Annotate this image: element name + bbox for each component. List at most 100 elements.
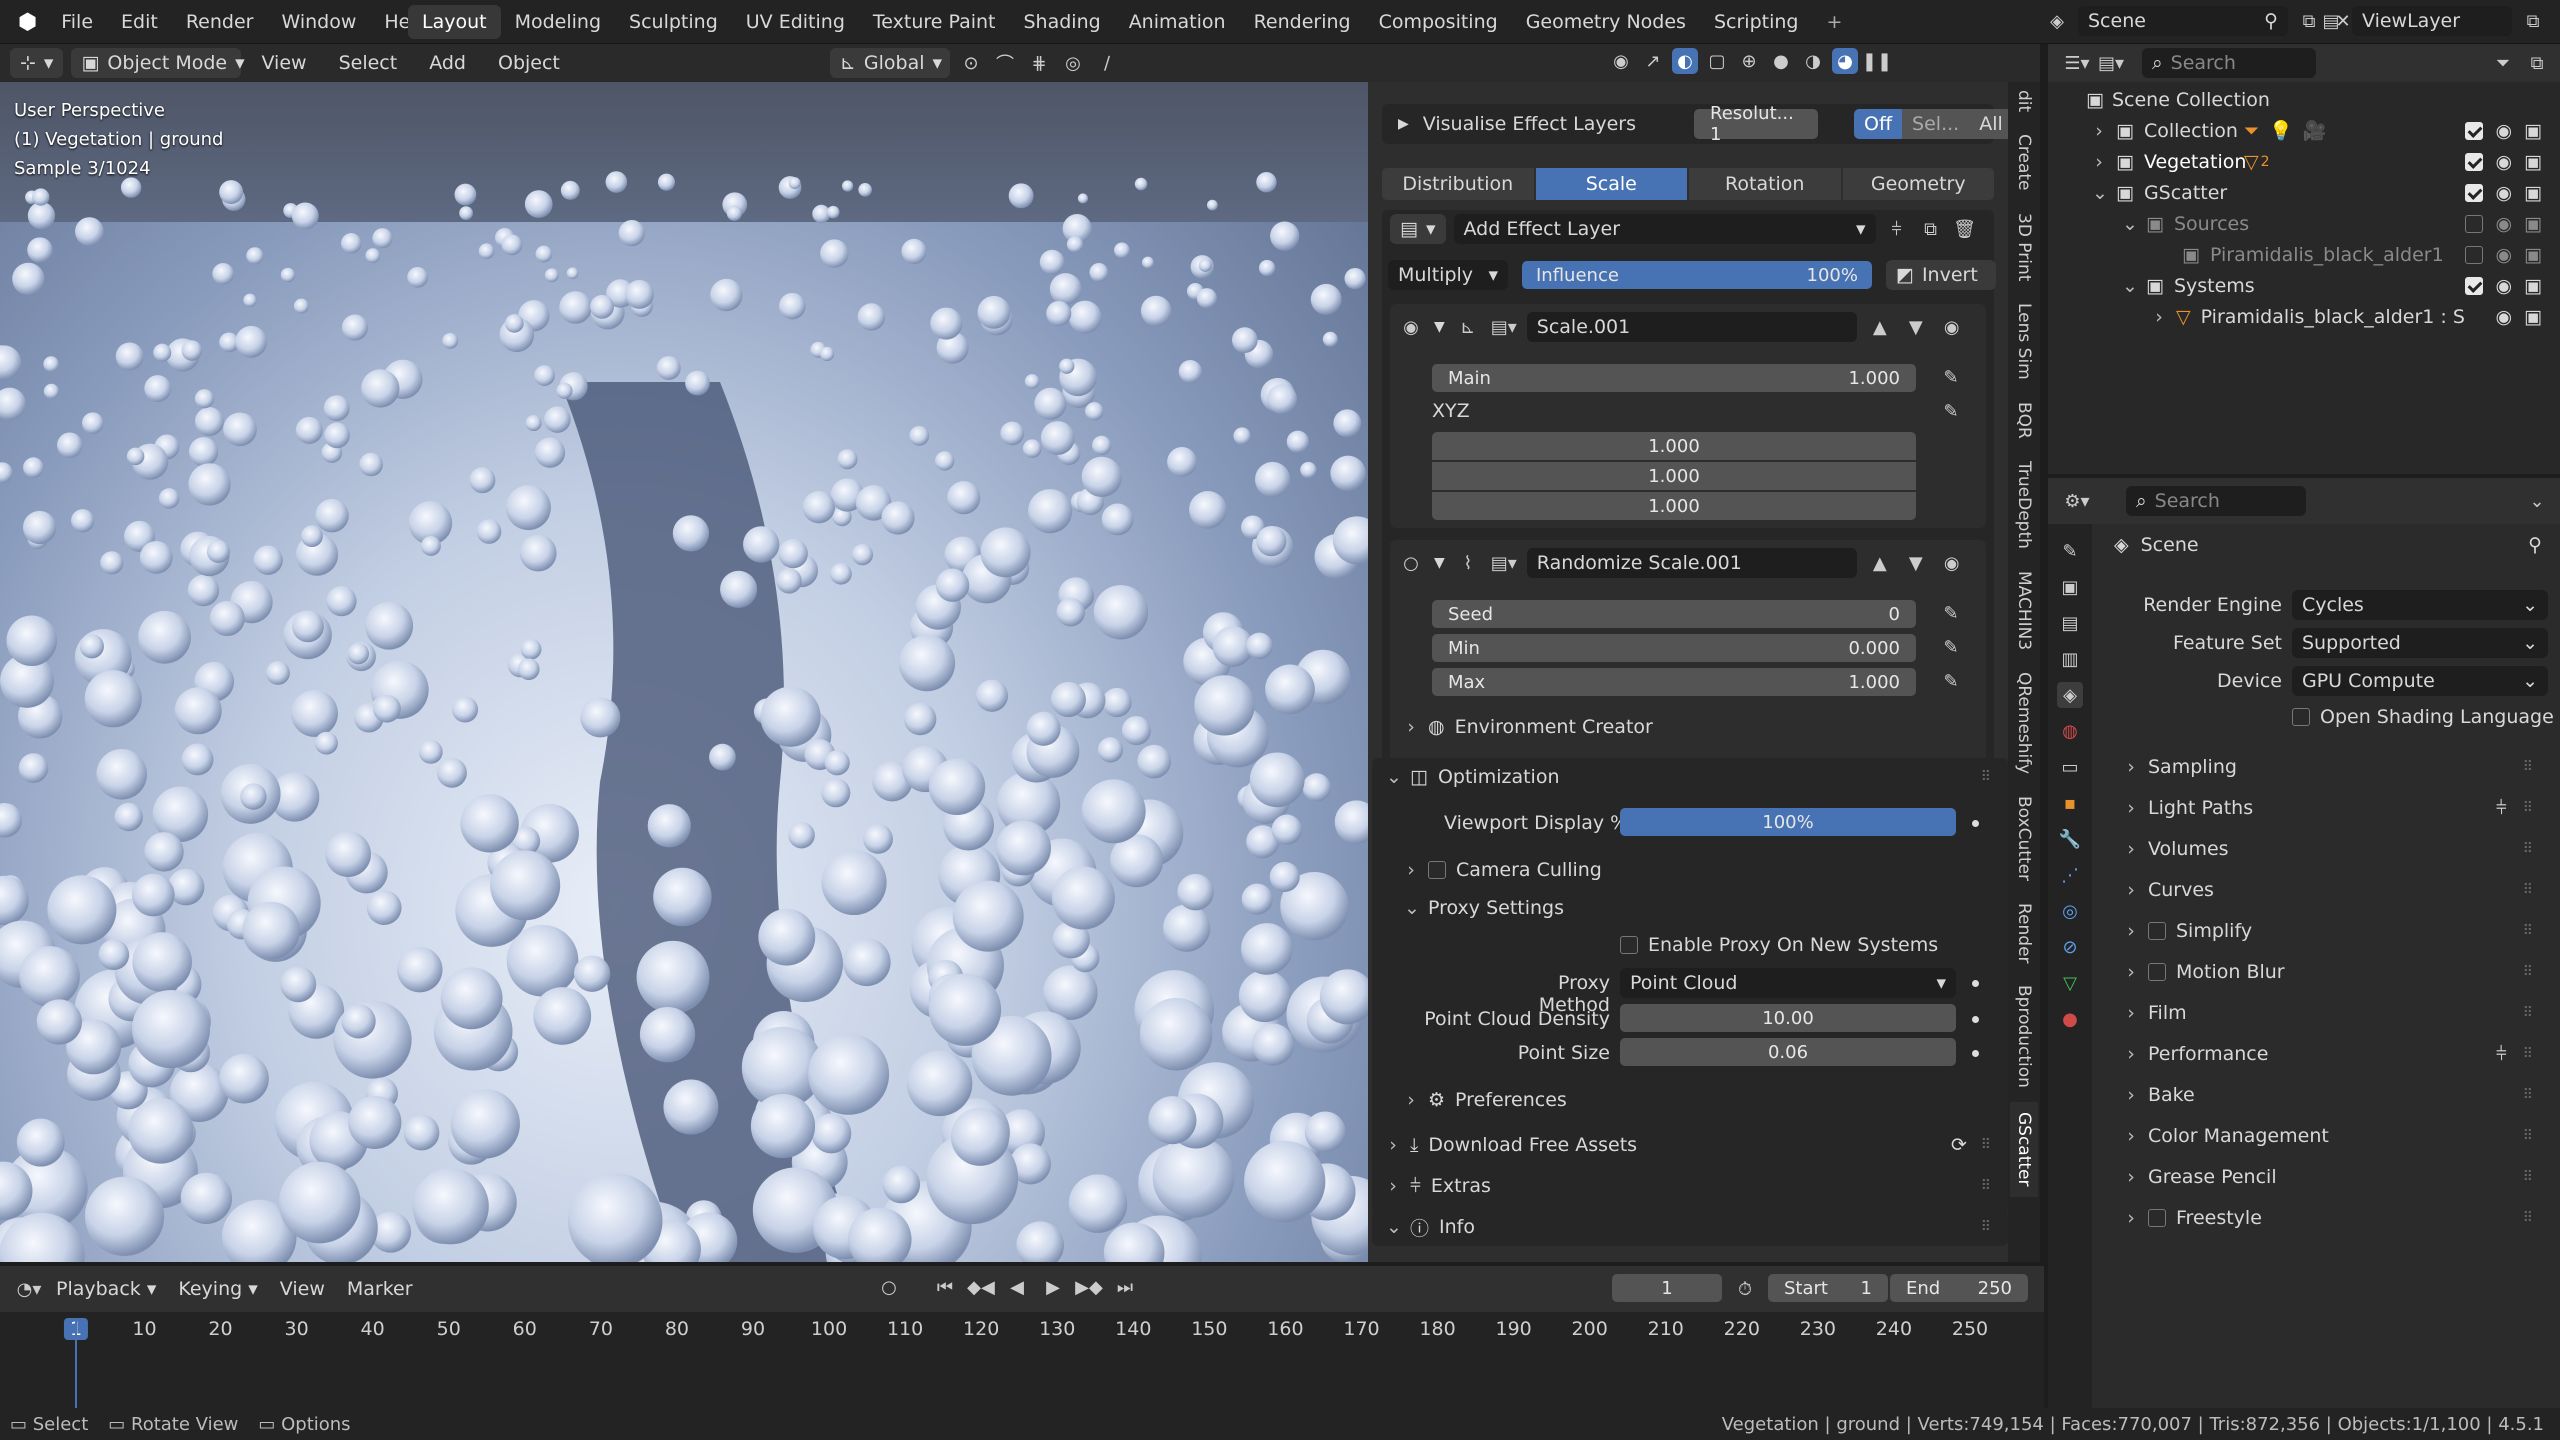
tree-item-gscatter[interactable]: ⌄ ▣ GScatter ◉ ▣ [2048, 177, 2560, 208]
display-mode-icon[interactable]: ▤▾ [2098, 50, 2124, 76]
move-up-icon[interactable]: ▲ [1867, 314, 1893, 340]
tab-texture-paint[interactable]: Texture Paint [859, 5, 1010, 39]
tab-scale[interactable]: Scale [1535, 168, 1687, 200]
feature-set-dropdown[interactable]: Supported ⌄ [2292, 628, 2548, 658]
tab-shading[interactable]: Shading [1010, 5, 1115, 39]
drag-handle-icon[interactable]: ⠿ [2523, 1210, 2534, 1226]
expand-triangle-icon[interactable]: ▼ [1434, 319, 1445, 335]
start-frame-field[interactable]: Start 1 [1768, 1274, 1888, 1302]
camera-render-icon[interactable]: ▣ [2524, 120, 2542, 142]
drag-handle-icon[interactable]: ⠿ [2523, 1169, 2534, 1185]
render-engine-dropdown[interactable]: Cycles ⌄ [2292, 590, 2548, 620]
collapse-triangle-icon[interactable]: ▶ [1398, 116, 1409, 132]
eyedropper-icon[interactable]: ✎ [1938, 364, 1964, 390]
tab-layout[interactable]: Layout [408, 5, 501, 39]
delete-viewlayer-icon[interactable]: ✕ [2554, 8, 2560, 34]
keyframe-dot-icon[interactable] [1972, 1050, 1979, 1057]
osl-checkbox[interactable] [2292, 708, 2310, 726]
eye-icon[interactable]: ◉ [2495, 275, 2512, 297]
menu-edit[interactable]: Edit [107, 11, 172, 33]
panel-film[interactable]: › Film ⠿ [2106, 992, 2550, 1033]
move-down-icon[interactable]: ▼ [1903, 550, 1929, 576]
drag-handle-icon[interactable]: ⠿ [1981, 1219, 1992, 1235]
outliner-editor-icon[interactable]: ☰▾ [2064, 50, 2090, 76]
material-icon[interactable]: ● [2057, 1006, 2083, 1032]
tab-rotation[interactable]: Rotation [1689, 168, 1841, 200]
properties-editor-icon[interactable]: ⚙▾ [2064, 488, 2090, 514]
menu-playback[interactable]: Playback ▾ [48, 1278, 164, 1300]
drag-handle-icon[interactable]: ⠿ [2523, 841, 2534, 857]
camera-render-icon[interactable]: ▣ [2524, 306, 2542, 328]
properties-search[interactable]: ⌕ Search [2126, 486, 2306, 516]
blender-logo-icon[interactable]: ⬢ [8, 10, 47, 35]
eyedropper-icon[interactable]: ✎ [1938, 398, 1964, 424]
env-creator-header[interactable]: › ◍ Environment Creator [1390, 708, 1986, 746]
include-checkbox[interactable] [2465, 121, 2484, 140]
visibility-icon[interactable]: ◉ [1608, 48, 1634, 74]
device-dropdown[interactable]: GPU Compute ⌄ [2292, 666, 2548, 696]
eyedropper-icon[interactable]: ✎ [1938, 668, 1964, 694]
constraints-icon[interactable]: ⊘ [2057, 934, 2083, 960]
particles-icon[interactable]: ⋰ [2057, 862, 2083, 888]
tab-compositing[interactable]: Compositing [1365, 5, 1512, 39]
keyframe-dot-icon[interactable] [1972, 980, 1979, 987]
mode-dropdown[interactable]: ▣ Object Mode ▾ [71, 48, 245, 78]
side-tab-gscatter[interactable]: GScatter [2010, 1102, 2038, 1197]
side-tab-boxcutter[interactable]: BoxCutter [2014, 788, 2034, 889]
camera-render-icon[interactable]: ▣ [2524, 151, 2542, 173]
proxy-settings-row[interactable]: ⌄ Proxy Settings [1404, 890, 1564, 926]
drag-handle-icon[interactable]: ⠿ [2523, 759, 2534, 775]
sliders-icon[interactable]: ⫩ [1884, 216, 1910, 242]
radio-empty-icon[interactable]: ○ [1398, 550, 1424, 576]
scale-x-field[interactable]: 1.000 [1432, 432, 1916, 460]
viewport-display-slider[interactable]: 100% [1620, 808, 1956, 836]
keyframe-dot-icon[interactable] [1972, 1016, 1979, 1023]
falloff-icon[interactable]: ∕ [1094, 50, 1120, 76]
camera-render-icon[interactable]: ▣ [2524, 275, 2542, 297]
include-checkbox[interactable] [2465, 183, 2484, 202]
seed-field[interactable]: Seed 0 [1432, 600, 1916, 628]
move-up-icon[interactable]: ▲ [1867, 550, 1893, 576]
proportional-edit-icon[interactable]: ◎ [1060, 50, 1086, 76]
tab-uv-editing[interactable]: UV Editing [732, 5, 859, 39]
camera-render-icon[interactable]: ▣ [2524, 213, 2542, 235]
info-header[interactable]: ⌄ ⓘ Info ⠿ [1372, 1208, 2008, 1246]
wireframe-shading-icon[interactable]: ⊕ [1736, 48, 1762, 74]
blend-mode-dropdown[interactable]: Multiply ▾ [1388, 260, 1508, 290]
tab-animation[interactable]: Animation [1115, 5, 1240, 39]
camera-render-icon[interactable]: ▣ [2524, 244, 2542, 266]
scale-layer-name[interactable]: Scale.001 [1526, 312, 1857, 342]
menu-marker[interactable]: Marker [339, 1278, 421, 1300]
view-layer-icon[interactable]: ▥ [2057, 646, 2083, 672]
eye-icon[interactable]: ◉ [1939, 314, 1965, 340]
drag-handle-icon[interactable]: ⠿ [2523, 1128, 2534, 1144]
eye-icon[interactable]: ◉ [1939, 550, 1965, 576]
tab-modeling[interactable]: Modeling [501, 5, 615, 39]
tab-geometry-nodes[interactable]: Geometry Nodes [1512, 5, 1700, 39]
overlay-icon[interactable]: ◐ [1672, 48, 1698, 74]
resolution-field[interactable]: Resolut... 1 [1694, 103, 1818, 145]
tree-item-source-alder[interactable]: ▣ Piramidalis_black_alder1 ◉ ▣ [2048, 239, 2560, 270]
outliner-search[interactable]: ⌕ Search [2142, 48, 2316, 78]
mode-all-button[interactable]: All [1969, 109, 2008, 139]
tree-item-vegetation[interactable]: › ▣ Vegetation ▽ 2 ◉ ▣ [2048, 146, 2560, 177]
drag-handle-icon[interactable]: ⠿ [2523, 923, 2534, 939]
menu-view[interactable]: View [272, 1278, 333, 1300]
include-checkbox[interactable] [2465, 214, 2484, 233]
scale-y-field[interactable]: 1.000 [1432, 462, 1916, 490]
main-field[interactable]: Main 1.000 [1432, 364, 1916, 392]
eyedropper-icon[interactable]: ✎ [1938, 600, 1964, 626]
optimization-header[interactable]: ⌄ ◫ Optimization ⠿ [1372, 758, 2008, 796]
presets-icon[interactable]: ⫩ [2496, 1043, 2507, 1065]
jump-start-icon[interactable]: ⏮ [932, 1274, 958, 1300]
gizmo-icon[interactable]: ↗ [1640, 48, 1666, 74]
side-tab-3d-print[interactable]: 3D Print [2014, 205, 2034, 289]
material-shading-icon[interactable]: ◑ [1800, 48, 1826, 74]
drag-handle-icon[interactable]: ⠿ [2523, 1005, 2534, 1021]
timeline-track[interactable]: 1102030405060708090100110120130140150160… [0, 1312, 2044, 1416]
keyframe-dot-icon[interactable] [1972, 820, 1979, 827]
rendered-shading-icon[interactable]: ◕ [1832, 48, 1858, 74]
add-workspace-icon[interactable]: + [1812, 5, 1856, 39]
physics-icon[interactable]: ◎ [2057, 898, 2083, 924]
panel-light-paths[interactable]: › Light Paths ⫩ ⠿ [2106, 787, 2550, 828]
